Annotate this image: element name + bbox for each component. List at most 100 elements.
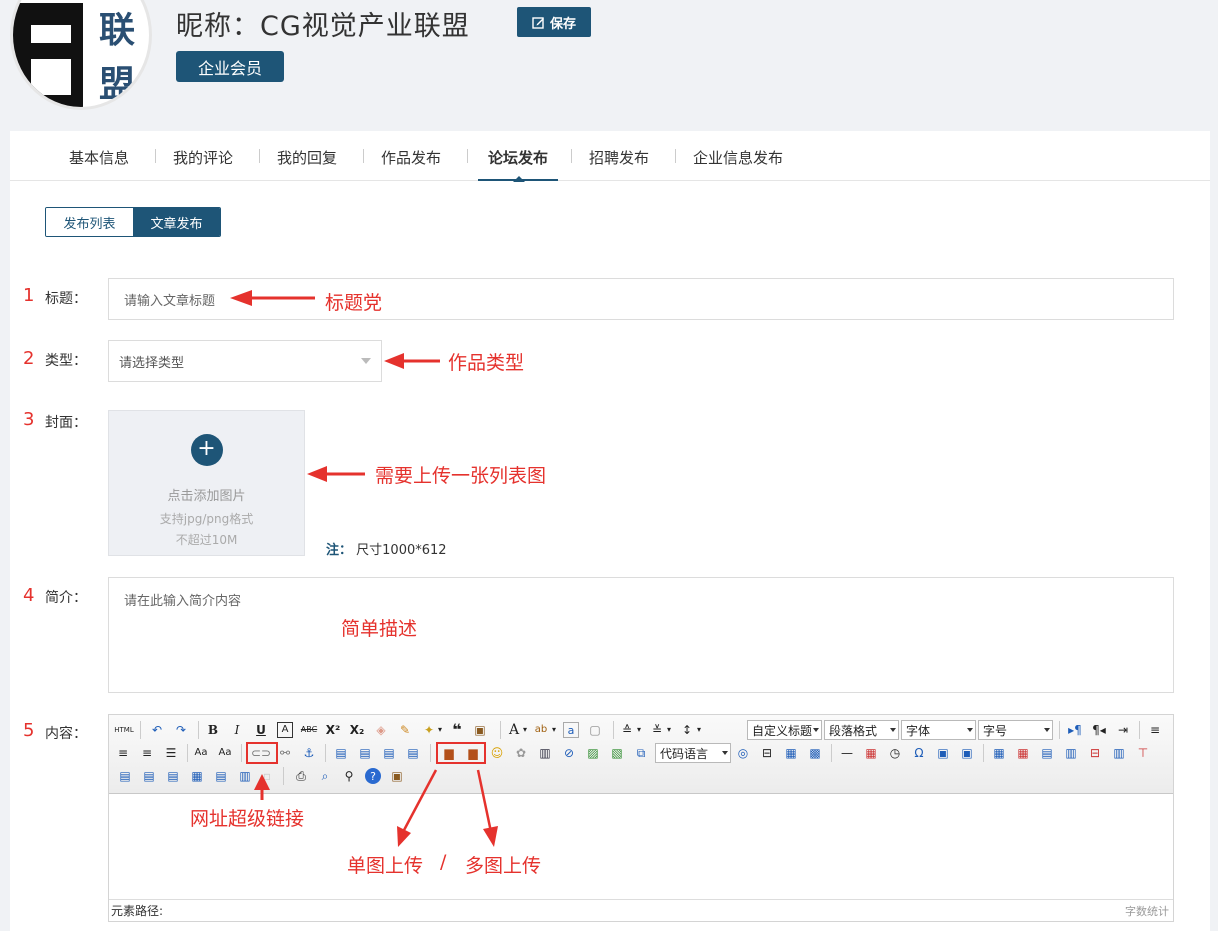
- uppercase-icon[interactable]: Aa: [193, 745, 209, 761]
- template-icon[interactable]: ▦: [783, 745, 799, 761]
- horizontal-rule-icon[interactable]: —: [839, 745, 855, 761]
- tab-my-comments[interactable]: 我的评论: [173, 147, 233, 181]
- map-icon[interactable]: ▨: [585, 745, 601, 761]
- insert-table-icon[interactable]: ▦: [991, 745, 1007, 761]
- delete-row-icon[interactable]: ⊟: [1087, 745, 1103, 761]
- iframe-icon[interactable]: ⧉: [633, 745, 649, 761]
- time-icon[interactable]: ◷: [887, 745, 903, 761]
- chevron-down-icon[interactable]: ▾: [695, 722, 703, 738]
- font-border-icon[interactable]: A: [277, 722, 293, 738]
- font-size-select[interactable]: 字号: [978, 720, 1053, 740]
- subscript-icon[interactable]: X₂: [349, 722, 365, 738]
- type-select[interactable]: 请选择类型: [108, 340, 382, 382]
- date-icon[interactable]: ▦: [863, 745, 879, 761]
- align-justify-icon[interactable]: ☰: [163, 745, 179, 761]
- eraser-icon[interactable]: ◈: [373, 722, 389, 738]
- insert-row-icon[interactable]: ▥: [1063, 745, 1079, 761]
- select-all-icon[interactable]: a: [563, 722, 579, 738]
- superscript-icon[interactable]: X²: [325, 722, 341, 738]
- split-cols-icon[interactable]: ▥: [237, 768, 253, 784]
- chevron-down-icon[interactable]: ▾: [550, 722, 558, 738]
- redo-icon[interactable]: ↷: [173, 722, 189, 738]
- anchor-icon[interactable]: ⚓: [301, 745, 317, 761]
- line-height-icon[interactable]: ↕: [679, 722, 695, 738]
- video-icon[interactable]: ▥: [537, 745, 553, 761]
- tab-company-info-publish[interactable]: 企业信息发布: [693, 147, 783, 181]
- background-icon[interactable]: ▩: [807, 745, 823, 761]
- print-icon[interactable]: ⎙: [293, 768, 309, 784]
- cover-upload-area[interactable]: + 点击添加图片 支持jpg/png格式 不超过10M: [108, 410, 305, 556]
- merge-right-icon[interactable]: ▤: [141, 768, 157, 784]
- paragraph-format-select[interactable]: 段落格式: [824, 720, 899, 740]
- find-icon[interactable]: ⚲: [341, 768, 357, 784]
- scrawl-icon[interactable]: ✿: [513, 745, 529, 761]
- merge-cells-icon[interactable]: ▤: [117, 768, 133, 784]
- gmap-icon[interactable]: ▧: [609, 745, 625, 761]
- emoji-icon[interactable]: ☺: [489, 745, 505, 761]
- save-button[interactable]: 保存: [517, 7, 591, 37]
- row-spacing-top-icon[interactable]: ≙: [619, 722, 635, 738]
- paste-plain-icon[interactable]: ▣: [472, 722, 488, 738]
- segment-article-publish[interactable]: 文章发布: [133, 208, 220, 236]
- title-input[interactable]: 请输入文章标题: [108, 278, 1174, 320]
- search-replace-icon[interactable]: ▣: [935, 745, 951, 761]
- web-page-icon[interactable]: ◎: [735, 745, 751, 761]
- rtl-direction-icon[interactable]: ¶◂: [1091, 722, 1107, 738]
- unlink-icon[interactable]: ⚯: [277, 745, 293, 761]
- font-color-icon[interactable]: A: [506, 722, 522, 738]
- align-center-icon[interactable]: ≡: [115, 745, 131, 761]
- image-none-icon[interactable]: ▤: [333, 745, 349, 761]
- html-source-icon[interactable]: HTML: [114, 722, 133, 738]
- delete-col-icon[interactable]: ⊤: [1135, 745, 1151, 761]
- special-char-icon[interactable]: Ω: [911, 745, 927, 761]
- plus-icon[interactable]: +: [190, 434, 223, 466]
- insert-caption-icon[interactable]: ▤: [1039, 745, 1055, 761]
- insert-col-icon[interactable]: ▥: [1111, 745, 1127, 761]
- chevron-down-icon[interactable]: ▾: [436, 722, 444, 738]
- image-right-icon[interactable]: ▤: [381, 745, 397, 761]
- chevron-down-icon[interactable]: ▾: [521, 722, 529, 738]
- attachment-icon[interactable]: ⊘: [561, 745, 577, 761]
- chevron-down-icon[interactable]: ▾: [635, 722, 643, 738]
- tab-my-replies[interactable]: 我的回复: [277, 147, 337, 181]
- chevron-down-icon[interactable]: ▾: [665, 722, 673, 738]
- row-spacing-bottom-icon[interactable]: ≚: [649, 722, 665, 738]
- lowercase-icon[interactable]: Aa: [217, 745, 233, 761]
- ltr-direction-icon[interactable]: ▸¶: [1067, 722, 1083, 738]
- image-center-icon[interactable]: ▤: [405, 745, 421, 761]
- link-highlight-box: [246, 742, 278, 764]
- page-break-icon[interactable]: ⊟: [759, 745, 775, 761]
- underline-icon[interactable]: U: [253, 722, 269, 738]
- tab-works-publish[interactable]: 作品发布: [381, 147, 441, 181]
- clear-doc-icon[interactable]: ▢: [587, 722, 603, 738]
- auto-format-icon[interactable]: ✦: [421, 722, 437, 738]
- blockquote-icon[interactable]: ❝: [449, 722, 465, 738]
- strikethrough-icon[interactable]: ABC: [301, 722, 317, 738]
- format-brush-icon[interactable]: ✎: [397, 722, 413, 738]
- align-left-icon[interactable]: ≡: [1147, 722, 1163, 738]
- undo-icon[interactable]: ↶: [149, 722, 165, 738]
- segment-publish-list[interactable]: 发布列表: [46, 208, 133, 236]
- delete-table-icon[interactable]: ▦: [1015, 745, 1031, 761]
- tab-basic-info[interactable]: 基本信息: [69, 147, 129, 181]
- highlight-color-icon[interactable]: ab: [533, 722, 549, 738]
- indent-icon[interactable]: ⇥: [1115, 722, 1131, 738]
- help-icon[interactable]: ?: [365, 768, 381, 784]
- italic-icon[interactable]: I: [229, 722, 245, 738]
- bold-icon[interactable]: B: [205, 722, 221, 738]
- split-cells-icon[interactable]: ▦: [189, 768, 205, 784]
- element-path-bar: 元素路径: 字数统计: [109, 899, 1173, 921]
- font-family-select[interactable]: 字体: [901, 720, 976, 740]
- align-right-icon[interactable]: ≡: [139, 745, 155, 761]
- image-left-icon[interactable]: ▤: [357, 745, 373, 761]
- code-language-select[interactable]: 代码语言: [655, 743, 731, 763]
- drafts-icon[interactable]: ▣: [389, 768, 405, 784]
- word-image-icon[interactable]: ▣: [959, 745, 975, 761]
- tab-job-publish[interactable]: 招聘发布: [589, 147, 649, 181]
- split-rows-icon[interactable]: ▤: [213, 768, 229, 784]
- summary-textarea[interactable]: 请在此输入简介内容: [108, 577, 1174, 693]
- preview-icon[interactable]: ⌕: [317, 768, 333, 784]
- avatar[interactable]: 联 盟: [10, 0, 152, 110]
- merge-down-icon[interactable]: ▤: [165, 768, 181, 784]
- custom-heading-select[interactable]: 自定义标题: [747, 720, 822, 740]
